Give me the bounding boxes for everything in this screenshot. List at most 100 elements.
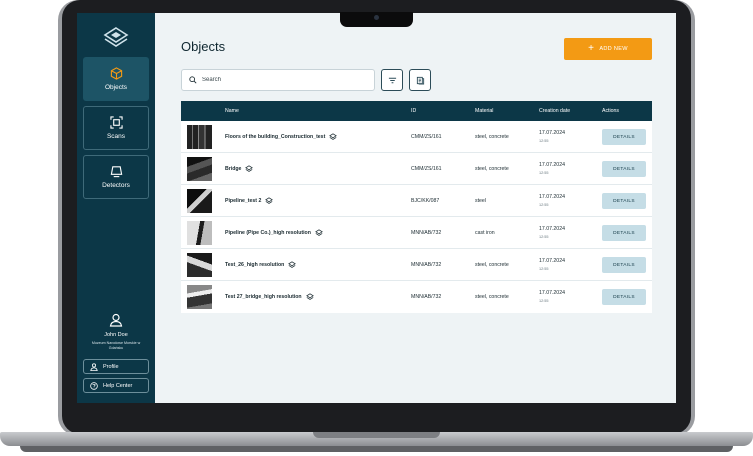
object-thumbnail xyxy=(187,189,212,213)
object-id: MNN/AB/732 xyxy=(411,230,442,236)
object-material: steel, concrete xyxy=(475,166,509,172)
document-icon xyxy=(416,76,424,85)
user-organization: Muzeum Narodowe Morskie w Gdańsku xyxy=(91,341,141,350)
creation-date: 17.07.2024 12:55 xyxy=(539,194,565,207)
help-center-button[interactable]: Help Center xyxy=(83,378,149,393)
table-row[interactable]: Bridge CMM/ZS/161 steel, concrete 17.07.… xyxy=(181,153,652,185)
add-new-label: ADD NEW xyxy=(599,46,628,52)
scan-icon xyxy=(109,116,123,129)
add-new-button[interactable]: + ADD NEW xyxy=(564,38,652,60)
table-row[interactable]: Pipeline (Pipe Co.)_high resolution MNN/… xyxy=(181,217,652,249)
app-screen: Objects Scans Detectors John Doe Muzeum … xyxy=(77,13,676,403)
object-thumbnail xyxy=(187,157,212,181)
creation-date: 17.07.2024 12:55 xyxy=(539,258,565,271)
object-name-text: Bridge xyxy=(225,166,242,172)
laptop-base-notch xyxy=(313,432,440,438)
object-name: Test_26_high resolution xyxy=(225,261,297,269)
user-icon xyxy=(109,313,123,327)
sidebar-item-label: Scans xyxy=(106,133,126,140)
column-header-material: Material xyxy=(475,108,494,114)
creation-date: 17.07.2024 12:55 xyxy=(539,162,565,175)
user-name: John Doe xyxy=(104,332,128,338)
time-text: 12:55 xyxy=(539,139,549,143)
profile-label: Profile xyxy=(103,363,119,370)
table-row[interactable]: Pipeline_test 2 BJC/KK/087 steel 17.07.2… xyxy=(181,185,652,217)
object-material: steel, concrete xyxy=(475,134,509,140)
camera-icon xyxy=(374,15,379,20)
help-icon xyxy=(90,381,98,390)
profile-button[interactable]: Profile xyxy=(83,359,149,374)
search-box xyxy=(181,69,375,91)
time-text: 12:55 xyxy=(539,299,549,303)
column-header-id: ID xyxy=(411,108,417,114)
object-thumbnail xyxy=(187,253,212,277)
table-row[interactable]: Test_26_high resolution MNN/AB/732 steel… xyxy=(181,249,652,281)
time-text: 12:55 xyxy=(539,203,549,207)
table-row[interactable]: Test 27_bridge_high resolution MNN/AB/73… xyxy=(181,281,652,313)
date-text: 17.07.2024 xyxy=(539,226,565,232)
object-id: MNN/AB/732 xyxy=(411,294,442,300)
object-name-text: Pipeline (Pipe Co.)_high resolution xyxy=(225,230,311,236)
objects-table: Name ID Material Creation date Actions F… xyxy=(181,101,652,313)
search-icon xyxy=(189,76,197,84)
sidebar-item-detectors[interactable]: Detectors xyxy=(83,155,149,199)
column-header-name: Name xyxy=(225,108,239,114)
sidebar-item-label: Objects xyxy=(104,84,128,91)
details-button[interactable]: DETAILS xyxy=(602,193,646,209)
object-material: steel, concrete xyxy=(475,294,509,300)
logo-icon xyxy=(103,27,129,47)
date-text: 17.07.2024 xyxy=(539,162,565,168)
table-header: Name ID Material Creation date Actions xyxy=(181,101,652,121)
object-material: cast iron xyxy=(475,230,495,236)
creation-date: 17.07.2024 12:55 xyxy=(539,226,565,239)
layers-icon xyxy=(265,197,274,204)
search-input[interactable] xyxy=(202,77,362,83)
object-id: CMM/ZS/161 xyxy=(411,134,442,140)
time-text: 12:55 xyxy=(539,235,549,239)
date-text: 17.07.2024 xyxy=(539,290,565,296)
time-text: 12:55 xyxy=(539,267,549,271)
object-name-text: Pipeline_test 2 xyxy=(225,198,262,204)
object-material: steel xyxy=(475,198,486,204)
object-id: BJC/KK/087 xyxy=(411,198,440,204)
object-name: Pipeline_test 2 xyxy=(225,197,274,205)
object-id: CMM/ZS/161 xyxy=(411,166,442,172)
export-button[interactable] xyxy=(409,69,431,91)
laptop-base-shadow xyxy=(20,446,733,452)
cube-icon xyxy=(110,67,122,80)
table-row[interactable]: Floors of the building_Construction_test… xyxy=(181,121,652,153)
layers-icon xyxy=(329,133,338,140)
details-button[interactable]: DETAILS xyxy=(602,257,646,273)
time-text: 12:55 xyxy=(539,171,549,175)
column-header-date: Creation date xyxy=(539,108,571,114)
object-material: steel, concrete xyxy=(475,262,509,268)
layers-icon xyxy=(305,293,314,300)
creation-date: 17.07.2024 12:55 xyxy=(539,290,565,303)
object-thumbnail xyxy=(187,221,212,245)
object-name-text: Test 27_bridge_high resolution xyxy=(225,294,302,300)
object-id: MNN/AB/732 xyxy=(411,262,442,268)
details-button[interactable]: DETAILS xyxy=(602,129,646,145)
details-button[interactable]: DETAILS xyxy=(602,161,646,177)
creation-date: 17.07.2024 12:55 xyxy=(539,130,565,143)
user-icon xyxy=(90,362,98,371)
object-thumbnail xyxy=(187,125,212,149)
filter-button[interactable] xyxy=(381,69,403,91)
plus-icon: + xyxy=(588,43,595,54)
column-header-actions: Actions xyxy=(602,108,620,114)
object-thumbnail xyxy=(187,285,212,309)
help-center-label: Help Center xyxy=(103,382,133,389)
details-button[interactable]: DETAILS xyxy=(602,289,646,305)
object-name: Bridge xyxy=(225,165,254,173)
sidebar-item-objects[interactable]: Objects xyxy=(83,57,149,101)
detector-icon xyxy=(110,166,122,178)
sidebar-item-scans[interactable]: Scans xyxy=(83,106,149,150)
layers-icon xyxy=(315,229,323,236)
date-text: 17.07.2024 xyxy=(539,194,565,200)
details-button[interactable]: DETAILS xyxy=(602,225,646,241)
object-name: Pipeline (Pipe Co.)_high resolution xyxy=(225,229,323,237)
date-text: 17.07.2024 xyxy=(539,258,565,264)
layers-icon xyxy=(245,165,254,172)
page-title: Objects xyxy=(181,39,226,54)
date-text: 17.07.2024 xyxy=(539,130,565,136)
